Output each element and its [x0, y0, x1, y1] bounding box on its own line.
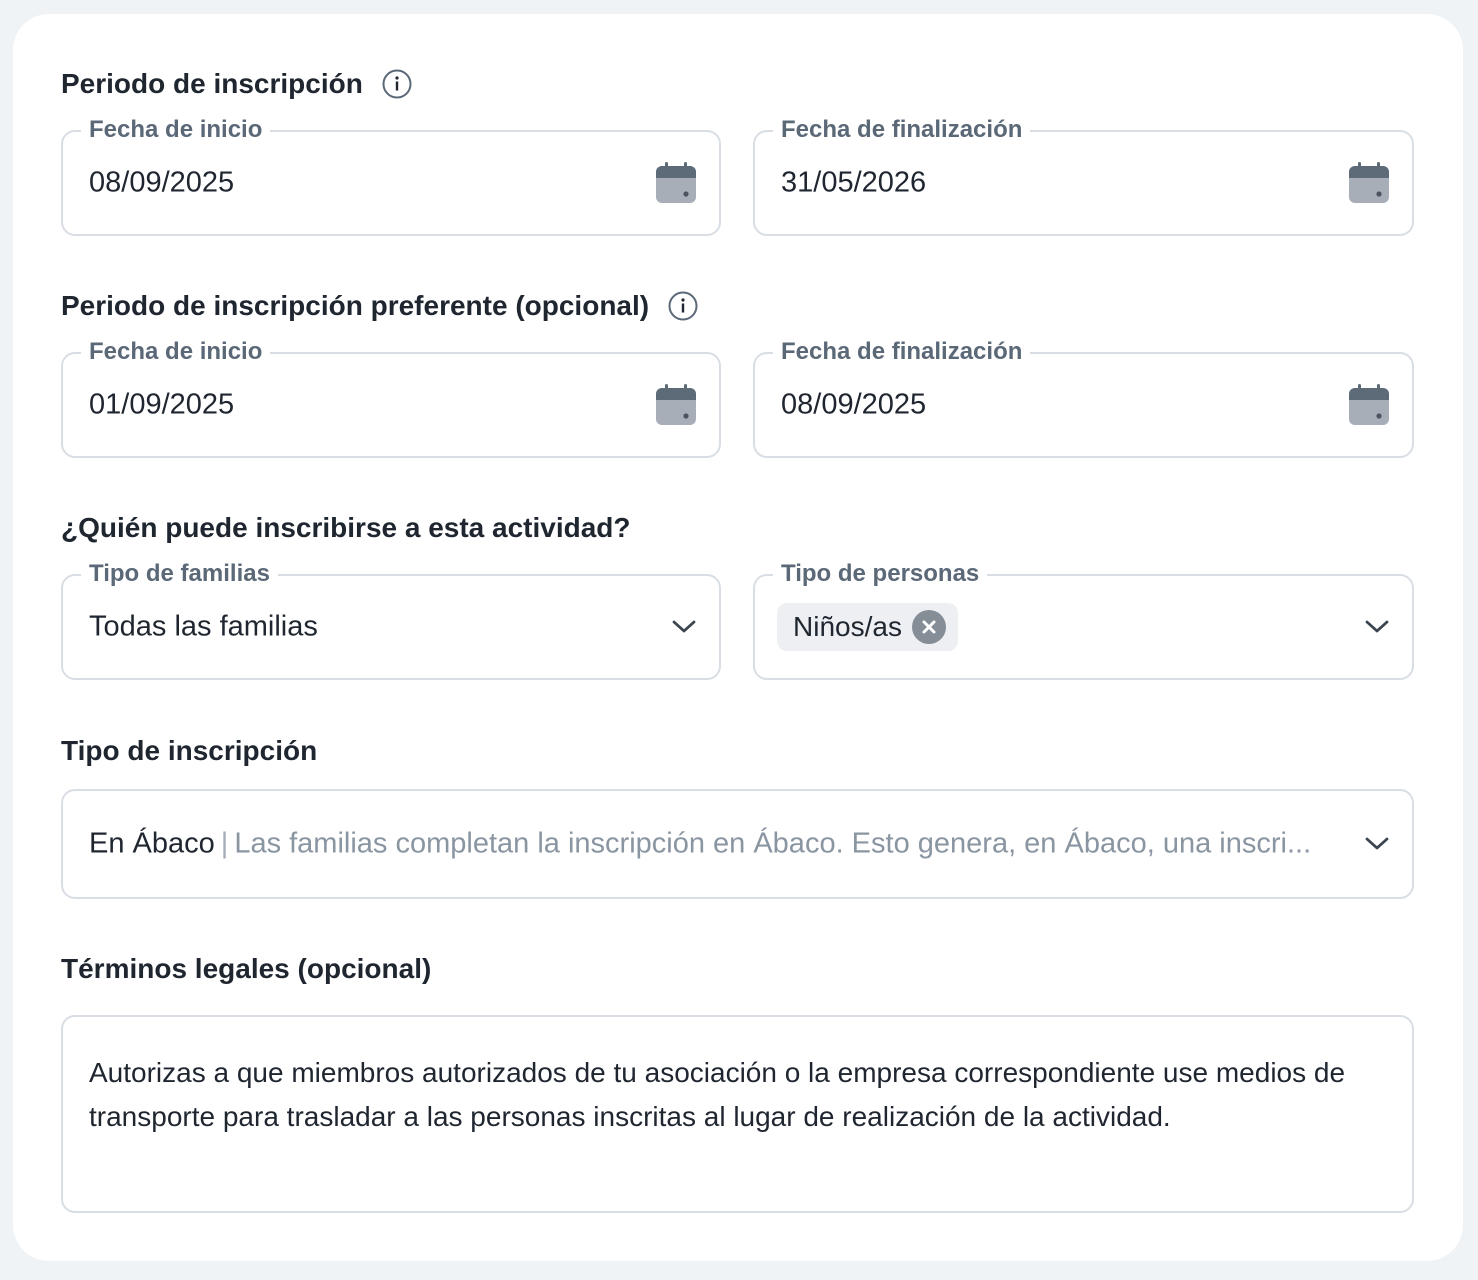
info-icon[interactable] [382, 69, 412, 99]
section-title-periodo: Periodo de inscripción [61, 68, 412, 100]
terminos-textarea[interactable]: Autorizas a que miembros autorizados de … [61, 1015, 1414, 1213]
tipo-familias-select[interactable]: Tipo de familias Todas las familias [61, 560, 721, 680]
calendar-icon[interactable] [1348, 384, 1390, 426]
preferente-start-value[interactable]: 01/09/2025 [89, 389, 234, 422]
preferente-end-label: Fecha de finalización [773, 338, 1031, 366]
preferente-title: Periodo de inscripción preferente (opcio… [61, 290, 650, 321]
calendar-icon[interactable] [1348, 162, 1390, 204]
periodo-start-date-field[interactable]: Fecha de inicio 08/09/2025 [61, 116, 721, 236]
section-title-tipo-inscripcion: Tipo de inscripción [61, 735, 317, 767]
tipo-familias-label: Tipo de familias [81, 560, 278, 588]
tipo-inscripcion-value[interactable]: En Ábaco | Las familias completan la inscr… [89, 828, 1309, 861]
periodo-end-date-field[interactable]: Fecha de finalización 31/05/2026 [753, 116, 1414, 236]
chevron-down-icon[interactable] [671, 619, 697, 635]
periodo-end-label: Fecha de finalización [773, 116, 1031, 144]
chevron-down-icon[interactable] [1364, 836, 1390, 852]
tipo-inscripcion-description: Las familias completan la inscripción en… [234, 827, 1309, 860]
periodo-start-label: Fecha de inicio [81, 116, 271, 144]
section-title-preferente: Periodo de inscripción preferente (opcio… [61, 290, 698, 322]
personas-chip-label: Niños/as [793, 611, 902, 642]
personas-chip: Niños/as [777, 603, 958, 651]
periodo-title: Periodo de inscripción [61, 68, 363, 99]
tipo-inscripcion-select[interactable]: En Ábaco | Las familias completan la inscr… [61, 789, 1414, 899]
tipo-personas-select[interactable]: Tipo de personas Niños/as [753, 560, 1414, 680]
calendar-icon[interactable] [655, 384, 697, 426]
preferente-start-label: Fecha de inicio [81, 338, 271, 366]
preferente-end-date-field[interactable]: Fecha de finalización 08/09/2025 [753, 338, 1414, 458]
periodo-end-value[interactable]: 31/05/2026 [781, 167, 926, 200]
tipo-inscripcion-separator: | [220, 827, 229, 860]
periodo-start-value[interactable]: 08/09/2025 [89, 167, 234, 200]
section-title-terminos: Términos legales (opcional) [61, 953, 431, 985]
terminos-title: Términos legales (opcional) [61, 953, 432, 984]
tipo-inscripcion-title: Tipo de inscripción [61, 735, 318, 766]
tipo-familias-value[interactable]: Todas las familias [89, 611, 318, 644]
preferente-end-value[interactable]: 08/09/2025 [781, 389, 926, 422]
preferente-start-date-field[interactable]: Fecha de inicio 01/09/2025 [61, 338, 721, 458]
tipo-inscripcion-main: En Ábaco [89, 827, 215, 860]
calendar-icon[interactable] [655, 162, 697, 204]
quien-title: ¿Quién puede inscribirse a esta activida… [61, 512, 631, 543]
close-circle-icon[interactable] [911, 610, 946, 644]
chevron-down-icon[interactable] [1364, 619, 1390, 635]
section-title-quien: ¿Quién puede inscribirse a esta activida… [61, 512, 631, 544]
info-icon[interactable] [668, 291, 698, 321]
tipo-personas-label: Tipo de personas [773, 560, 988, 588]
